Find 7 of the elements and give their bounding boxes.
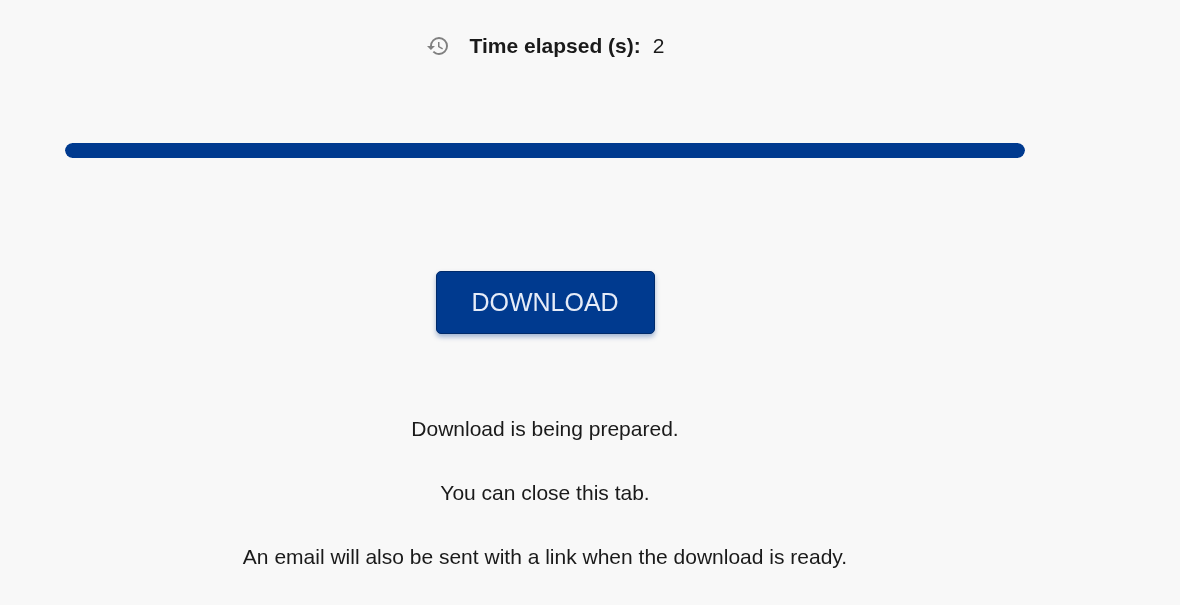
history-icon — [425, 34, 450, 58]
status-message: An email will also be sent with a link when the download is ready. — [242, 545, 848, 569]
timer-label: Time elapsed (s): — [469, 34, 641, 58]
timer-value: 2 — [652, 34, 665, 58]
status-message: Download is being prepared. — [411, 417, 679, 441]
download-button[interactable]: DOWNLOAD — [435, 271, 655, 334]
status-message: You can close this tab. — [440, 481, 650, 505]
